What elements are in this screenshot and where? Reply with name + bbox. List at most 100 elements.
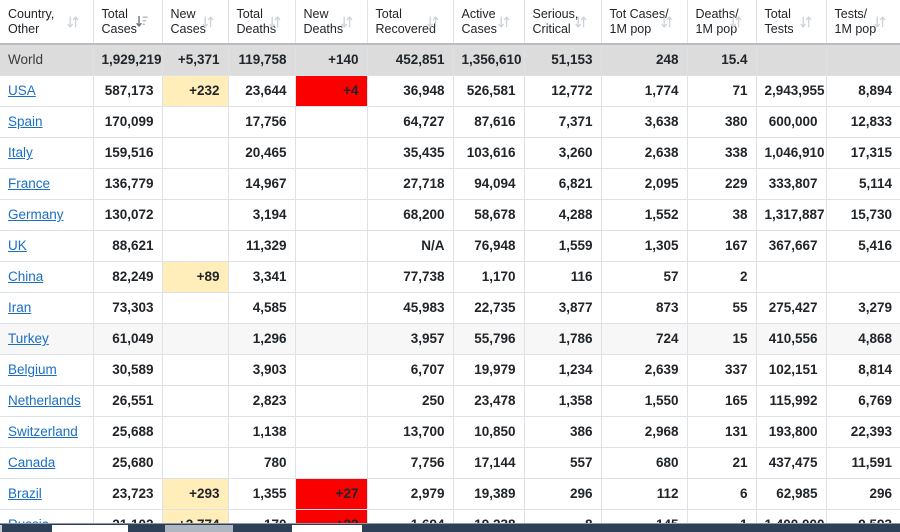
table-row[interactable]: Belgium 30,589 3,903 6,707 19,979 1,234 2,639 3… (0, 354, 900, 386)
data-cell: 68,200 (367, 199, 454, 231)
column-header-deaths-1m-pop[interactable]: Deaths/1M pop (687, 0, 757, 45)
table-row[interactable]: Netherlands 26,551 2,823 250 23,478 1,358 1,55… (0, 385, 900, 417)
sort-descending-icon[interactable] (135, 15, 148, 28)
data-cell (295, 106, 368, 138)
column-header-tot-cases-1m-pop[interactable]: Tot Cases/1M pop (601, 0, 688, 45)
country-link[interactable]: Turkey (8, 331, 49, 346)
column-header-total-recovered[interactable]: Total Recovered (367, 0, 454, 45)
table-row[interactable]: Iran 73,303 4,585 45,983 22,735 3,877 873 55 275… (0, 292, 900, 324)
country-cell[interactable]: USA (0, 75, 94, 107)
sort-toggle-icon[interactable] (660, 15, 673, 28)
country-link[interactable]: Spain (8, 114, 43, 129)
sort-toggle-icon[interactable] (574, 15, 587, 28)
data-cell: +5,371 (162, 44, 229, 76)
data-cell: 159,516 (93, 137, 163, 169)
country-cell[interactable]: UK (0, 230, 94, 262)
country-cell[interactable]: Turkey (0, 323, 94, 355)
data-cell: 2,979 (367, 478, 454, 510)
column-header-new-deaths[interactable]: New Deaths (295, 0, 368, 45)
column-header-total-tests[interactable]: Total Tests (756, 0, 827, 45)
country-cell[interactable]: Canada (0, 447, 94, 479)
data-cell: 1,356,610 (453, 44, 525, 76)
table-row[interactable]: Turkey 61,049 1,296 3,957 55,796 1,786 724 15 41… (0, 323, 900, 355)
country-cell[interactable]: Germany (0, 199, 94, 231)
data-cell: 8,814 (826, 354, 900, 386)
table-row-world-summary[interactable]: World 1,929,219 +5,371 119,758 +140 452,851 1,… (0, 44, 900, 76)
data-cell: 1,046,910 (756, 137, 827, 169)
sort-toggle-icon[interactable] (497, 15, 510, 28)
country-link[interactable]: Germany (8, 207, 64, 222)
sort-toggle-icon[interactable] (874, 15, 886, 28)
country-link[interactable]: Italy (8, 145, 33, 160)
sort-toggle-icon[interactable] (799, 15, 812, 28)
table-row[interactable]: Switzerland 25,688 1,138 13,700 10,850 386 2,9… (0, 416, 900, 448)
data-cell: 296 (524, 478, 602, 510)
country-cell[interactable]: Switzerland (0, 416, 94, 448)
country-cell[interactable]: Iran (0, 292, 94, 324)
data-cell (162, 385, 229, 417)
column-header-tests-1m-pop[interactable]: Tests/1M pop (826, 0, 900, 45)
data-cell: 115,992 (756, 385, 827, 417)
country-cell[interactable]: Italy (0, 137, 94, 169)
sort-toggle-icon[interactable] (340, 15, 353, 28)
data-cell: 170,099 (93, 106, 163, 138)
country-cell[interactable]: France (0, 168, 94, 200)
header-line-2: Critical (532, 21, 571, 36)
data-cell: 2,639 (601, 354, 688, 386)
data-cell: 3,194 (228, 199, 296, 231)
country-link[interactable]: UK (8, 238, 27, 253)
data-cell: 337 (687, 354, 757, 386)
country-link[interactable]: Brazil (8, 486, 42, 501)
header-line-2: Deaths (236, 21, 277, 36)
sort-toggle-icon[interactable] (201, 15, 214, 28)
sort-toggle-icon[interactable] (426, 15, 439, 28)
table-row[interactable]: Italy 159,516 20,465 35,435 103,616 3,260 2,63… (0, 137, 900, 169)
data-cell: 25,688 (93, 416, 163, 448)
country-cell[interactable]: Netherlands (0, 385, 94, 417)
column-header-serious-critical[interactable]: Serious, Critical (524, 0, 602, 45)
data-cell: 1,786 (524, 323, 602, 355)
country-link[interactable]: Belgium (8, 362, 57, 377)
table-row[interactable]: China 82,249 +89 3,341 77,738 1,170 116 57 2 (0, 261, 900, 293)
column-header-new-cases[interactable]: New Cases (162, 0, 229, 45)
country-link[interactable]: Netherlands (8, 393, 81, 408)
column-header-total-deaths[interactable]: Total Deaths (228, 0, 296, 45)
chrome-segment (0, 525, 2, 532)
sort-toggle-icon[interactable] (268, 15, 281, 28)
data-cell: 4,868 (826, 323, 900, 355)
column-header-country-other[interactable]: Country, Other (0, 0, 94, 45)
data-cell: 7,756 (367, 447, 454, 479)
country-link[interactable]: Iran (8, 300, 31, 315)
header-line-2: Cases (170, 21, 206, 36)
sort-toggle-icon[interactable] (66, 15, 79, 28)
column-header-total-cases[interactable]: Total Cases (93, 0, 163, 45)
header-line-2: Deaths (303, 21, 344, 36)
data-cell (162, 354, 229, 386)
data-cell: 51,153 (524, 44, 602, 76)
data-cell (826, 44, 900, 76)
country-cell[interactable]: Brazil (0, 478, 94, 510)
data-cell: 30,589 (93, 354, 163, 386)
table-row[interactable]: France 136,779 14,967 27,718 94,094 6,821 2,09… (0, 168, 900, 200)
data-cell: 3,638 (601, 106, 688, 138)
table-row[interactable]: Germany 130,072 3,194 68,200 58,678 4,288 1,55… (0, 199, 900, 231)
data-cell: +140 (295, 44, 368, 76)
country-link[interactable]: Canada (8, 455, 55, 470)
country-link[interactable]: France (8, 176, 50, 191)
data-cell: 8,894 (826, 75, 900, 107)
table-row[interactable]: Spain 170,099 17,756 64,727 87,616 7,371 3,638… (0, 106, 900, 138)
data-cell: 680 (601, 447, 688, 479)
country-cell[interactable]: Spain (0, 106, 94, 138)
country-cell[interactable]: Belgium (0, 354, 94, 386)
table-row[interactable]: Brazil 23,723 +293 1,355 +27 2,979 19,389 296 11… (0, 478, 900, 510)
sort-toggle-icon[interactable] (729, 15, 742, 28)
table-row[interactable]: Canada 25,680 780 7,756 17,144 557 680 21 437,47… (0, 447, 900, 479)
country-cell[interactable]: China (0, 261, 94, 293)
country-link[interactable]: Switzerland (8, 424, 78, 439)
table-row[interactable]: UK 88,621 11,329 N/A 76,948 1,559 1,305 167 367,… (0, 230, 900, 262)
column-header-active-cases[interactable]: Active Cases (453, 0, 525, 45)
table-row[interactable]: USA 587,173 +232 23,644 +4 36,948 526,581 12,77… (0, 75, 900, 107)
country-link[interactable]: China (8, 269, 43, 284)
country-link[interactable]: USA (8, 83, 36, 98)
data-cell: 11,329 (228, 230, 296, 262)
